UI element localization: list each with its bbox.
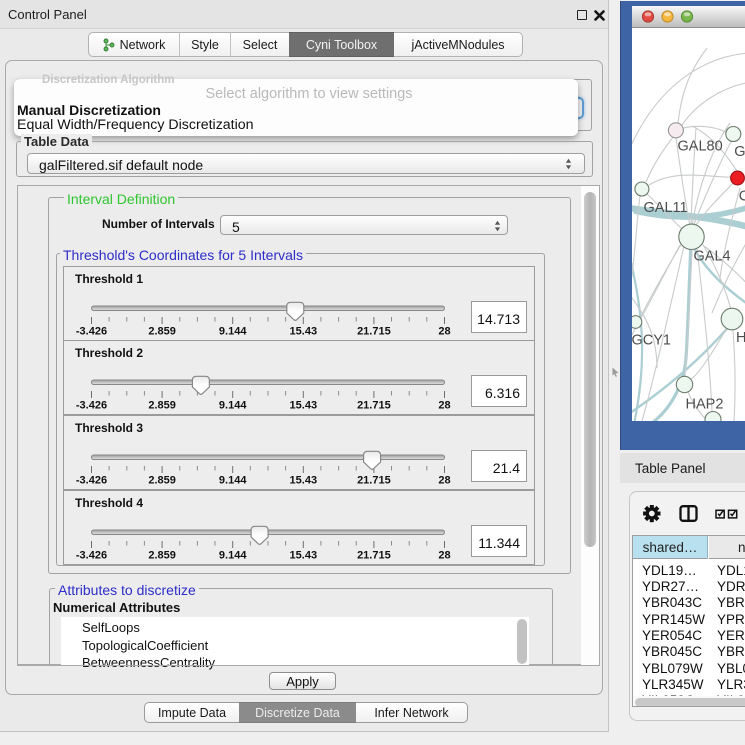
svg-text:2.859: 2.859 xyxy=(148,475,176,487)
svg-text:21.715: 21.715 xyxy=(357,475,391,487)
svg-text:21.715: 21.715 xyxy=(357,400,391,412)
svg-text:15.43: 15.43 xyxy=(290,325,318,337)
svg-text:28: 28 xyxy=(438,400,450,412)
svg-text:28: 28 xyxy=(438,475,450,487)
svg-text:-3.426: -3.426 xyxy=(76,549,107,561)
svg-text:HAP2: HAP2 xyxy=(686,396,724,412)
svg-text:9.144: 9.144 xyxy=(219,400,247,412)
svg-text:GAL4: GAL4 xyxy=(694,249,731,265)
svg-text:2.859: 2.859 xyxy=(148,400,176,412)
svg-text:2.859: 2.859 xyxy=(148,549,176,561)
svg-text:GAL11: GAL11 xyxy=(644,200,688,216)
svg-text:-3.426: -3.426 xyxy=(76,400,107,412)
svg-text:21.715: 21.715 xyxy=(357,325,391,337)
svg-text:-3.426: -3.426 xyxy=(76,325,107,337)
svg-text:15.43: 15.43 xyxy=(290,475,318,487)
svg-text:GAL80: GAL80 xyxy=(678,139,723,155)
svg-text:2.859: 2.859 xyxy=(148,325,176,337)
svg-text:CY: CY xyxy=(739,188,745,204)
svg-text:28: 28 xyxy=(438,325,450,337)
svg-text:21.715: 21.715 xyxy=(357,549,391,561)
svg-text:HA: HA xyxy=(736,330,745,346)
svg-text:GA: GA xyxy=(734,144,745,160)
svg-text:15.43: 15.43 xyxy=(290,549,318,561)
svg-text:28: 28 xyxy=(438,549,450,561)
svg-text:9.144: 9.144 xyxy=(219,475,247,487)
svg-text:9.144: 9.144 xyxy=(219,325,247,337)
svg-text:15.43: 15.43 xyxy=(290,400,318,412)
svg-text:-3.426: -3.426 xyxy=(76,475,107,487)
svg-text:GCY1: GCY1 xyxy=(632,332,671,348)
svg-text:9.144: 9.144 xyxy=(219,549,247,561)
